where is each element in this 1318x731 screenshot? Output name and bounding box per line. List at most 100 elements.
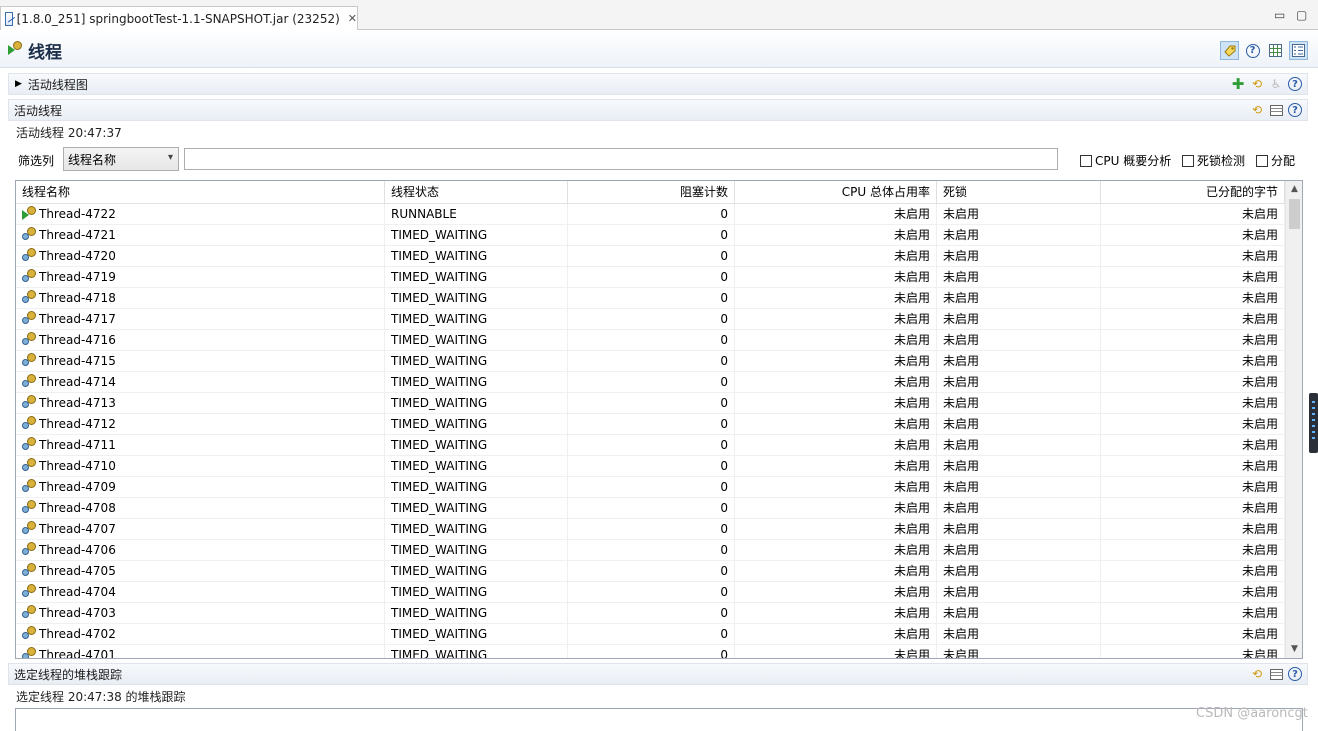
waiting-thread-icon [22,584,36,598]
table-cell-blocked: 0 [568,477,735,498]
table-row[interactable]: Thread-4722 RUNNABLE 0 未启用 未启用 未启用 [16,204,1285,225]
table-row[interactable]: Thread-4704 TIMED_WAITING 0 未启用 未启用 未启用 [16,582,1285,603]
cpu-profiling-checkbox[interactable]: CPU 概要分析 [1080,152,1171,169]
help-icon[interactable]: ? [1243,41,1262,60]
column-header-deadlock[interactable]: 死锁 [937,181,1101,204]
editor-tab[interactable]: [1.8.0_251] springbootTest-1.1-SNAPSHOT.… [0,6,358,30]
thread-name: Thread-4717 [39,312,116,326]
table-cell-deadlock: 未启用 [937,603,1101,624]
table-cell-state: TIMED_WAITING [385,288,568,309]
table-cell-name: Thread-4710 [16,456,385,477]
table-cell-blocked: 0 [568,414,735,435]
table-cell-state: TIMED_WAITING [385,309,568,330]
table-row[interactable]: Thread-4705 TIMED_WAITING 0 未启用 未启用 未启用 [16,561,1285,582]
grid-view-icon[interactable] [1266,41,1285,60]
table-row[interactable]: Thread-4709 TIMED_WAITING 0 未启用 未启用 未启用 [16,477,1285,498]
thread-name: Thread-4702 [39,627,116,641]
vertical-scrollbar[interactable]: ▲ ▼ [1285,181,1302,658]
help-icon[interactable]: ? [1287,102,1303,118]
table-cell-state: TIMED_WAITING [385,498,568,519]
table-cell-blocked: 0 [568,267,735,288]
side-panel-handle[interactable] [1309,393,1318,453]
table-icon[interactable] [1268,102,1284,118]
refresh-icon[interactable]: ⟲ [1249,102,1265,118]
table-cell-name: Thread-4703 [16,603,385,624]
stack-trace-text-area[interactable] [15,708,1303,731]
table-row[interactable]: Thread-4719 TIMED_WAITING 0 未启用 未启用 未启用 [16,267,1285,288]
table-row[interactable]: Thread-4708 TIMED_WAITING 0 未启用 未启用 未启用 [16,498,1285,519]
hint-icon[interactable] [1220,41,1239,60]
table-cell-cpu: 未启用 [735,645,937,658]
scroll-down-icon[interactable]: ▼ [1286,641,1302,658]
table-cell-name: Thread-4709 [16,477,385,498]
table-row[interactable]: Thread-4703 TIMED_WAITING 0 未启用 未启用 未启用 [16,603,1285,624]
table-cell-alloc: 未启用 [1101,645,1285,658]
scroll-thumb[interactable] [1289,199,1300,229]
refresh-icon[interactable]: ⟲ [1249,666,1265,682]
table-row[interactable]: Thread-4720 TIMED_WAITING 0 未启用 未启用 未启用 [16,246,1285,267]
table-cell-state: TIMED_WAITING [385,372,568,393]
checkbox-box[interactable] [1256,154,1268,167]
stack-trace-toolbar: ⟲ ? [1249,666,1303,682]
help-icon[interactable]: ? [1287,666,1303,682]
expand-triangle-icon[interactable]: ▶ [15,79,22,89]
table-cell-name: Thread-4707 [16,519,385,540]
threads-table[interactable]: 线程名称 线程状态 阻塞计数 CPU 总体占用率 死锁 已分配的字节 Threa… [15,180,1303,659]
close-icon[interactable]: ✕ [348,12,357,25]
list-view-icon[interactable] [1289,41,1308,60]
table-row[interactable]: Thread-4721 TIMED_WAITING 0 未启用 未启用 未启用 [16,225,1285,246]
thread-name: Thread-4719 [39,270,116,284]
table-row[interactable]: Thread-4714 TIMED_WAITING 0 未启用 未启用 未启用 [16,372,1285,393]
column-header-blocked-count[interactable]: 阻塞计数 [568,181,735,204]
waiting-thread-icon [22,227,36,241]
filter-column-select[interactable]: 线程名称 ▾ [63,147,179,171]
table-cell-alloc: 未启用 [1101,582,1285,603]
waiting-thread-icon [22,290,36,304]
column-header-cpu-usage[interactable]: CPU 总体占用率 [735,181,937,204]
table-row[interactable]: Thread-4702 TIMED_WAITING 0 未启用 未启用 未启用 [16,624,1285,645]
table-row[interactable]: Thread-4701 TIMED_WAITING 0 未启用 未启用 未启用 [16,645,1285,658]
deadlock-detection-checkbox[interactable]: 死锁检测 [1182,152,1245,169]
minimize-button[interactable]: ▭ [1274,8,1285,22]
table-icon[interactable] [1268,666,1284,682]
table-row[interactable]: Thread-4712 TIMED_WAITING 0 未启用 未启用 未启用 [16,414,1285,435]
table-cell-state: TIMED_WAITING [385,603,568,624]
checkbox-box[interactable] [1182,154,1194,167]
column-header-thread-state[interactable]: 线程状态 [385,181,568,204]
scroll-up-icon[interactable]: ▲ [1286,181,1302,198]
filter-text-input[interactable] [184,148,1058,170]
refresh-icon[interactable]: ⟲ [1249,76,1265,92]
table-row[interactable]: Thread-4713 TIMED_WAITING 0 未启用 未启用 未启用 [16,393,1285,414]
table-cell-name: Thread-4704 [16,582,385,603]
table-row[interactable]: Thread-4716 TIMED_WAITING 0 未启用 未启用 未启用 [16,330,1285,351]
waiting-thread-icon [22,563,36,577]
table-cell-cpu: 未启用 [735,540,937,561]
table-row[interactable]: Thread-4706 TIMED_WAITING 0 未启用 未启用 未启用 [16,540,1285,561]
view-header: 线程 ? [0,30,1318,68]
table-row[interactable]: Thread-4715 TIMED_WAITING 0 未启用 未启用 未启用 [16,351,1285,372]
table-row[interactable]: Thread-4710 TIMED_WAITING 0 未启用 未启用 未启用 [16,456,1285,477]
table-row[interactable]: Thread-4718 TIMED_WAITING 0 未启用 未启用 未启用 [16,288,1285,309]
maximize-button[interactable]: ▢ [1296,8,1307,22]
thread-name: Thread-4706 [39,543,116,557]
table-row[interactable]: Thread-4707 TIMED_WAITING 0 未启用 未启用 未启用 [16,519,1285,540]
checkbox-box[interactable] [1080,154,1092,167]
help-icon[interactable]: ? [1287,76,1303,92]
thread-name: Thread-4708 [39,501,116,515]
column-header-thread-name[interactable]: 线程名称 [16,181,385,204]
table-cell-name: Thread-4714 [16,372,385,393]
section-thread-graph[interactable]: ▶ 活动线程图 ✚ ⟲ ♿ ? [8,73,1308,95]
add-icon[interactable]: ✚ [1230,75,1246,93]
table-cell-state: TIMED_WAITING [385,267,568,288]
table-cell-cpu: 未启用 [735,288,937,309]
column-header-allocated-bytes[interactable]: 已分配的字节 [1101,181,1285,204]
table-cell-deadlock: 未启用 [937,456,1101,477]
table-row[interactable]: Thread-4717 TIMED_WAITING 0 未启用 未启用 未启用 [16,309,1285,330]
table-cell-name: Thread-4708 [16,498,385,519]
table-cell-deadlock: 未启用 [937,519,1101,540]
watermark: CSDN @aaroncgt [1196,706,1308,721]
waiting-thread-icon [22,458,36,472]
table-row[interactable]: Thread-4711 TIMED_WAITING 0 未启用 未启用 未启用 [16,435,1285,456]
allocation-checkbox[interactable]: 分配 [1256,152,1295,169]
table-cell-deadlock: 未启用 [937,225,1101,246]
